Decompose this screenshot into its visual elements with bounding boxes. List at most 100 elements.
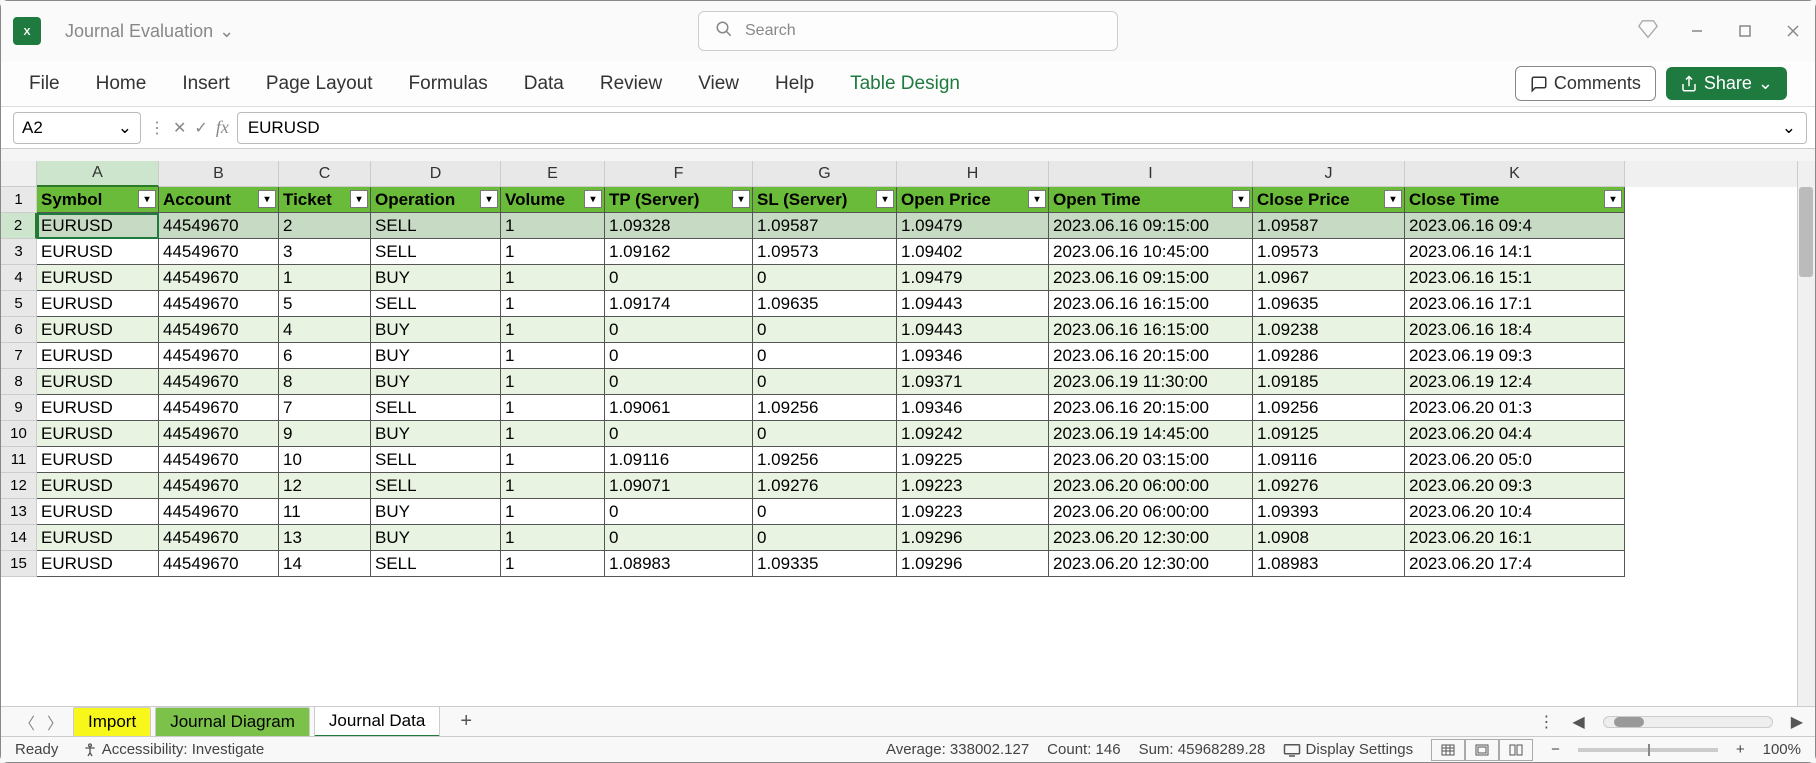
table-cell[interactable]: 1.08983 — [605, 551, 753, 577]
table-cell[interactable]: 1 — [501, 213, 605, 239]
table-cell[interactable]: 0 — [605, 421, 753, 447]
table-cell[interactable]: 1.09296 — [897, 551, 1049, 577]
table-cell[interactable]: SELL — [371, 447, 501, 473]
scroll-left-icon[interactable]: ◀ — [1572, 712, 1584, 732]
table-cell[interactable]: 2023.06.20 06:00:00 — [1049, 499, 1253, 525]
table-cell[interactable]: 2023.06.16 10:45:00 — [1049, 239, 1253, 265]
horizontal-scrollbar[interactable] — [1603, 716, 1773, 728]
cancel-icon[interactable]: ✕ — [173, 118, 186, 138]
table-cell[interactable]: 1.09346 — [897, 395, 1049, 421]
table-cell[interactable]: 2023.06.16 14:1 — [1405, 239, 1625, 265]
table-cell[interactable]: 12 — [279, 473, 371, 499]
tab-help[interactable]: Help — [775, 73, 814, 95]
table-cell[interactable]: 1 — [501, 395, 605, 421]
table-cell[interactable]: 2023.06.20 04:4 — [1405, 421, 1625, 447]
fx-label[interactable]: fx — [216, 117, 229, 138]
table-cell[interactable]: 44549670 — [159, 395, 279, 421]
formula-input[interactable]: EURUSD ⌄ — [237, 112, 1807, 144]
table-cell[interactable]: 1.09061 — [605, 395, 753, 421]
table-cell[interactable]: 1.09443 — [897, 317, 1049, 343]
table-cell[interactable]: 1 — [501, 525, 605, 551]
table-cell[interactable]: 44549670 — [159, 473, 279, 499]
maximize-button[interactable] — [1735, 21, 1755, 41]
chevron-down-icon[interactable]: ⌄ — [1782, 118, 1796, 138]
table-cell[interactable]: EURUSD — [37, 525, 159, 551]
table-header-cell[interactable]: TP (Server)▾ — [605, 187, 753, 213]
row-header[interactable]: 14 — [1, 525, 37, 551]
table-cell[interactable]: 0 — [753, 499, 897, 525]
table-cell[interactable]: 1 — [279, 265, 371, 291]
table-cell[interactable]: 0 — [605, 525, 753, 551]
table-header-cell[interactable]: Open Price▾ — [897, 187, 1049, 213]
table-cell[interactable]: 1 — [501, 473, 605, 499]
table-cell[interactable]: 1.09479 — [897, 265, 1049, 291]
filter-dropdown-icon[interactable]: ▾ — [350, 190, 368, 208]
table-cell[interactable]: 1 — [501, 291, 605, 317]
table-header-cell[interactable]: Operation▾ — [371, 187, 501, 213]
table-cell[interactable]: 2023.06.19 11:30:00 — [1049, 369, 1253, 395]
row-header[interactable]: 13 — [1, 499, 37, 525]
table-cell[interactable]: EURUSD — [37, 239, 159, 265]
table-cell[interactable]: 1.09162 — [605, 239, 753, 265]
table-cell[interactable]: 2023.06.20 05:0 — [1405, 447, 1625, 473]
table-header-cell[interactable]: Symbol▾ — [37, 187, 159, 213]
row-header[interactable]: 3 — [1, 239, 37, 265]
table-cell[interactable]: 1.09116 — [605, 447, 753, 473]
col-header-j[interactable]: J — [1253, 161, 1405, 187]
table-cell[interactable]: 4 — [279, 317, 371, 343]
view-normal-button[interactable] — [1431, 739, 1465, 761]
table-cell[interactable]: 1.0908 — [1253, 525, 1405, 551]
share-button[interactable]: Share ⌄ — [1666, 67, 1787, 100]
sheet-tab-import[interactable]: Import — [73, 707, 151, 736]
table-cell[interactable]: 10 — [279, 447, 371, 473]
name-box[interactable]: A2 ⌄ — [13, 112, 141, 144]
row-header[interactable]: 11 — [1, 447, 37, 473]
display-settings[interactable]: Display Settings — [1283, 741, 1413, 758]
table-cell[interactable]: 1.09335 — [753, 551, 897, 577]
table-cell[interactable]: 1.09573 — [753, 239, 897, 265]
table-cell[interactable]: SELL — [371, 291, 501, 317]
table-cell[interactable]: 2023.06.16 15:1 — [1405, 265, 1625, 291]
table-cell[interactable]: 0 — [605, 499, 753, 525]
row-header[interactable]: 1 — [1, 187, 37, 213]
table-cell[interactable]: 44549670 — [159, 551, 279, 577]
table-cell[interactable]: 1.09276 — [753, 473, 897, 499]
table-cell[interactable]: 2023.06.16 09:15:00 — [1049, 265, 1253, 291]
table-cell[interactable]: 2023.06.20 09:3 — [1405, 473, 1625, 499]
filter-dropdown-icon[interactable]: ▾ — [876, 190, 894, 208]
col-header-c[interactable]: C — [279, 161, 371, 187]
table-cell[interactable]: 2023.06.20 06:00:00 — [1049, 473, 1253, 499]
table-cell[interactable]: 1.09371 — [897, 369, 1049, 395]
table-cell[interactable]: 44549670 — [159, 213, 279, 239]
accessibility-status[interactable]: Accessibility: Investigate — [82, 741, 264, 758]
filter-dropdown-icon[interactable]: ▾ — [480, 190, 498, 208]
col-header-g[interactable]: G — [753, 161, 897, 187]
table-cell[interactable]: 0 — [753, 525, 897, 551]
tab-home[interactable]: Home — [96, 73, 147, 95]
tab-page-layout[interactable]: Page Layout — [266, 73, 373, 95]
row-header[interactable]: 15 — [1, 551, 37, 577]
table-cell[interactable]: 9 — [279, 421, 371, 447]
table-cell[interactable]: BUY — [371, 369, 501, 395]
table-cell[interactable]: 44549670 — [159, 239, 279, 265]
table-cell[interactable]: 1.09286 — [1253, 343, 1405, 369]
tab-table-design[interactable]: Table Design — [850, 73, 960, 95]
table-cell[interactable]: 1.09256 — [1253, 395, 1405, 421]
table-cell[interactable]: 2023.06.19 09:3 — [1405, 343, 1625, 369]
table-header-cell[interactable]: Ticket▾ — [279, 187, 371, 213]
view-page-layout-button[interactable] — [1465, 739, 1499, 761]
tab-review[interactable]: Review — [600, 73, 662, 95]
search-box[interactable]: Search — [698, 11, 1118, 51]
table-cell[interactable]: 1.09256 — [753, 447, 897, 473]
row-header[interactable]: 10 — [1, 421, 37, 447]
table-cell[interactable]: 0 — [753, 343, 897, 369]
table-cell[interactable]: 1.09174 — [605, 291, 753, 317]
table-cell[interactable]: 3 — [279, 239, 371, 265]
filter-dropdown-icon[interactable]: ▾ — [138, 190, 156, 208]
table-cell[interactable]: 0 — [753, 369, 897, 395]
table-cell[interactable]: 1 — [501, 317, 605, 343]
table-cell[interactable]: BUY — [371, 317, 501, 343]
table-cell[interactable]: 2023.06.16 16:15:00 — [1049, 317, 1253, 343]
table-cell[interactable]: 7 — [279, 395, 371, 421]
scroll-right-icon[interactable]: ▶ — [1791, 712, 1803, 732]
